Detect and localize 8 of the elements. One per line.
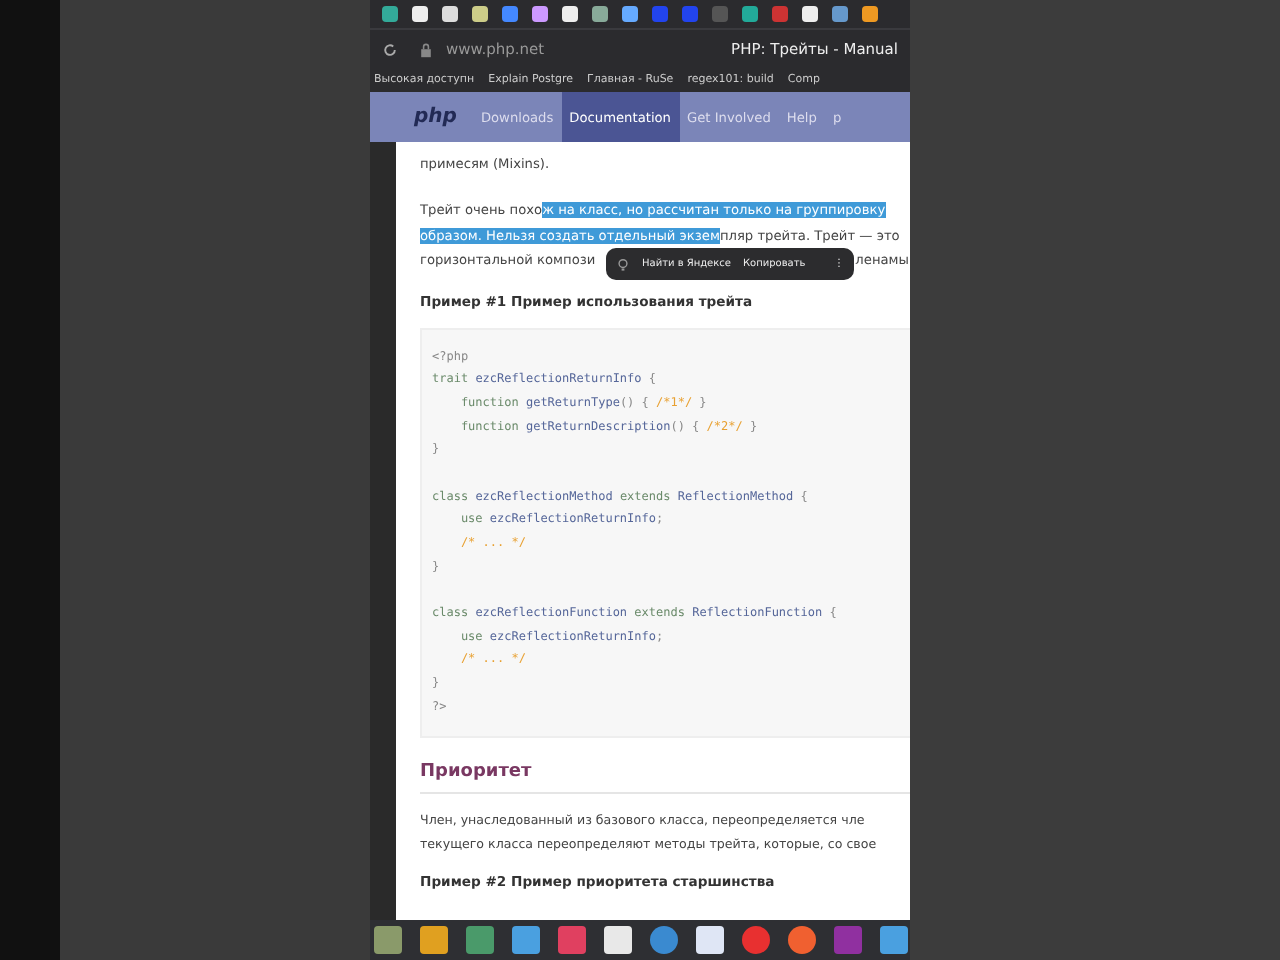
section-heading: Приоритет — [420, 761, 910, 793]
app-icon[interactable] — [742, 926, 770, 954]
reload-icon[interactable] — [382, 41, 398, 57]
lock-icon — [418, 41, 434, 57]
php-logo[interactable]: php — [414, 92, 457, 142]
app-icon[interactable] — [788, 926, 816, 954]
lightbulb-icon[interactable] — [616, 257, 630, 271]
app-icon[interactable] — [650, 926, 678, 954]
